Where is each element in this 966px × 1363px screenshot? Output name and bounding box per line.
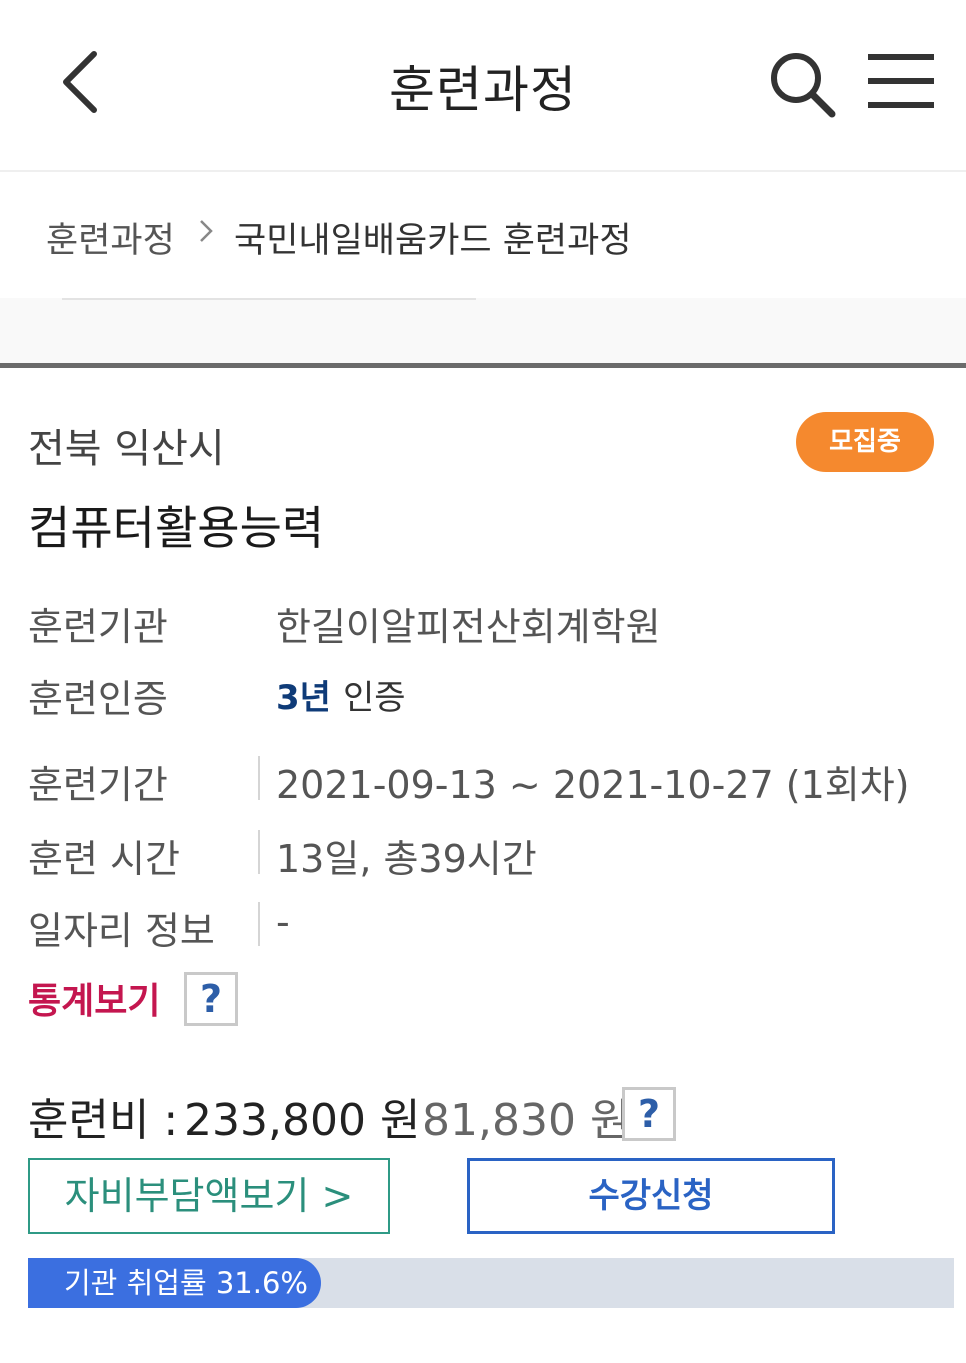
- institution-value[interactable]: 한길이알피전산회계학원: [276, 596, 661, 651]
- status-badge: 모집중: [796, 412, 934, 472]
- divider: [258, 756, 260, 800]
- jobs-label: 일자리 정보: [28, 909, 215, 953]
- spacer-band: [0, 298, 966, 364]
- stats-help-icon[interactable]: ?: [184, 972, 238, 1026]
- divider: [258, 830, 260, 874]
- jobs-value: -: [276, 900, 290, 944]
- breadcrumb-underline: [62, 298, 476, 300]
- stats-link[interactable]: 통계보기: [28, 972, 160, 1024]
- certification-text: 인증: [343, 678, 406, 718]
- fee-help-icon[interactable]: ?: [622, 1087, 676, 1141]
- breadcrumb-item-training[interactable]: 훈련과정: [46, 212, 175, 263]
- section-divider: [0, 363, 966, 368]
- hours-label: 훈련 시간: [28, 837, 180, 881]
- certification-years: 3년: [276, 678, 331, 718]
- apply-button[interactable]: 수강신청: [467, 1158, 835, 1234]
- course-name[interactable]: 컴퓨터활용능력: [28, 492, 324, 558]
- employment-rate-text: 기관 취업률 31.6%: [64, 1266, 308, 1300]
- hours-value: 13일, 총39시간: [276, 837, 537, 881]
- divider: [258, 902, 260, 946]
- certification-label: 훈련인증: [28, 677, 168, 721]
- search-icon[interactable]: [766, 48, 838, 120]
- period-value: 2021-09-13 ~ 2021-10-27 (1회차): [276, 763, 910, 807]
- app-header: 훈련과정: [0, 0, 966, 172]
- fee-amount: 233,800 원: [184, 1095, 421, 1146]
- fee-label: 훈련비 :: [28, 1095, 179, 1146]
- self-pay-button[interactable]: 자비부담액보기 >: [28, 1158, 390, 1234]
- certification-value: 3년 인증: [276, 670, 406, 719]
- period-label: 훈련기간: [28, 763, 168, 807]
- course-region: 전북 익산시: [28, 426, 225, 472]
- breadcrumb-item-card-training[interactable]: 국민내일배움카드 훈련과정: [234, 212, 632, 263]
- hamburger-menu-icon[interactable]: [866, 50, 938, 114]
- chevron-right-icon: [193, 218, 219, 244]
- institution-label: 훈련기관: [28, 605, 168, 649]
- fee-discounted: 81,830 원: [422, 1095, 631, 1146]
